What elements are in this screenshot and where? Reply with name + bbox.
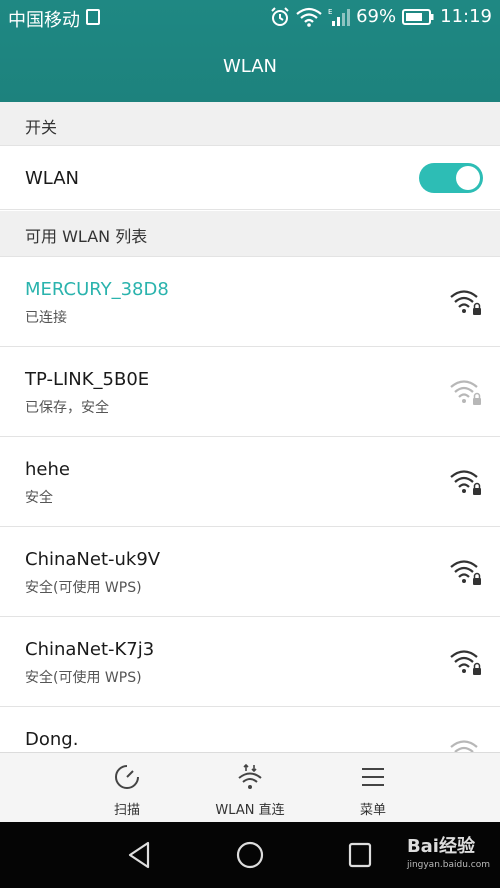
network-row[interactable]: MERCURY_38D8 已连接 bbox=[0, 257, 500, 347]
watermark-url: jingyan.baidu.com bbox=[406, 860, 490, 870]
title-bar: WLAN bbox=[0, 36, 500, 102]
clock: 11:19 bbox=[440, 6, 492, 27]
sim-card-icon bbox=[86, 9, 100, 25]
wifi-signal-lock-icon bbox=[450, 470, 481, 495]
scan-icon bbox=[115, 765, 139, 789]
network-name: Dong. bbox=[25, 729, 79, 750]
network-list[interactable]: MERCURY_38D8 已连接 TP-LINK_5B0E 已保存，安全 heh… bbox=[0, 257, 500, 752]
alarm-icon bbox=[271, 6, 289, 26]
section-header-label: 可用 WLAN 列表 bbox=[25, 227, 148, 246]
wifi-signal-lock-icon bbox=[450, 650, 481, 675]
svg-text:E: E bbox=[328, 8, 332, 16]
bottom-toolbar: 扫描 WLAN 直连 菜单 bbox=[0, 752, 500, 822]
section-header-label: 开关 bbox=[25, 118, 58, 137]
wifi-signal-lock-icon bbox=[450, 380, 481, 405]
network-row[interactable]: ChinaNet-uk9V 安全(可使用 WPS) bbox=[0, 527, 500, 617]
watermark-brand: Bai经验 bbox=[406, 836, 475, 857]
wlan-switch-label: WLAN bbox=[25, 168, 80, 189]
battery-percent: 69% bbox=[356, 6, 397, 27]
network-status: 已保存，安全 bbox=[25, 400, 109, 416]
battery-icon bbox=[402, 8, 434, 25]
network-status: 安全(可使用 WPS) bbox=[25, 670, 142, 686]
network-row[interactable]: hehe 安全 bbox=[0, 437, 500, 527]
network-row[interactable]: TP-LINK_5B0E 已保存，安全 bbox=[0, 347, 500, 437]
network-status: 安全 bbox=[25, 490, 53, 506]
wifi-signal-lock-icon bbox=[450, 740, 478, 752]
status-icons: E 69% 11:19 bbox=[270, 6, 492, 27]
wlan-switch-row[interactable]: WLAN bbox=[0, 146, 500, 210]
recents-icon[interactable] bbox=[347, 839, 373, 871]
carrier-name: 中国移动 bbox=[8, 10, 80, 31]
page-title: WLAN bbox=[222, 56, 278, 77]
menu-button[interactable]: 菜单 bbox=[313, 763, 433, 818]
wifi-signal-lock-icon bbox=[450, 290, 481, 315]
watermark: Bai经验 jingyan.baidu.com bbox=[407, 832, 490, 870]
menu-icon bbox=[362, 768, 384, 786]
section-header-networks: 可用 WLAN 列表 bbox=[0, 211, 500, 257]
scan-label: 扫描 bbox=[113, 803, 140, 818]
network-status: 安全(可使用 WPS) bbox=[25, 580, 142, 596]
system-nav-bar: Bai经验 jingyan.baidu.com bbox=[0, 822, 500, 888]
network-name: ChinaNet-K7j3 bbox=[25, 639, 155, 660]
toggle-knob bbox=[456, 166, 480, 190]
wlan-direct-button[interactable]: WLAN 直连 bbox=[190, 763, 310, 818]
network-name: hehe bbox=[25, 459, 70, 480]
network-name: MERCURY_38D8 bbox=[25, 279, 169, 300]
network-status: 已连接 bbox=[25, 310, 67, 326]
back-icon[interactable] bbox=[126, 839, 152, 871]
scan-button[interactable]: 扫描 bbox=[67, 763, 187, 818]
network-row[interactable]: ChinaNet-K7j3 安全(可使用 WPS) bbox=[0, 617, 500, 707]
wlan-direct-icon bbox=[238, 763, 262, 789]
network-row[interactable]: Dong. bbox=[0, 707, 500, 752]
menu-label: 菜单 bbox=[359, 803, 386, 818]
wlan-direct-label: WLAN 直连 bbox=[215, 803, 285, 818]
wifi-status-icon bbox=[296, 7, 322, 27]
network-name: TP-LINK_5B0E bbox=[25, 369, 150, 390]
section-header-switch: 开关 bbox=[0, 102, 500, 146]
network-name: ChinaNet-uk9V bbox=[25, 549, 161, 570]
home-icon[interactable] bbox=[235, 839, 265, 871]
cellular-signal-icon: E bbox=[328, 8, 351, 26]
wifi-signal-lock-icon bbox=[450, 560, 481, 585]
wlan-toggle[interactable] bbox=[419, 163, 483, 193]
status-bar: 中国移动 E 69% 11:19 bbox=[0, 0, 500, 36]
